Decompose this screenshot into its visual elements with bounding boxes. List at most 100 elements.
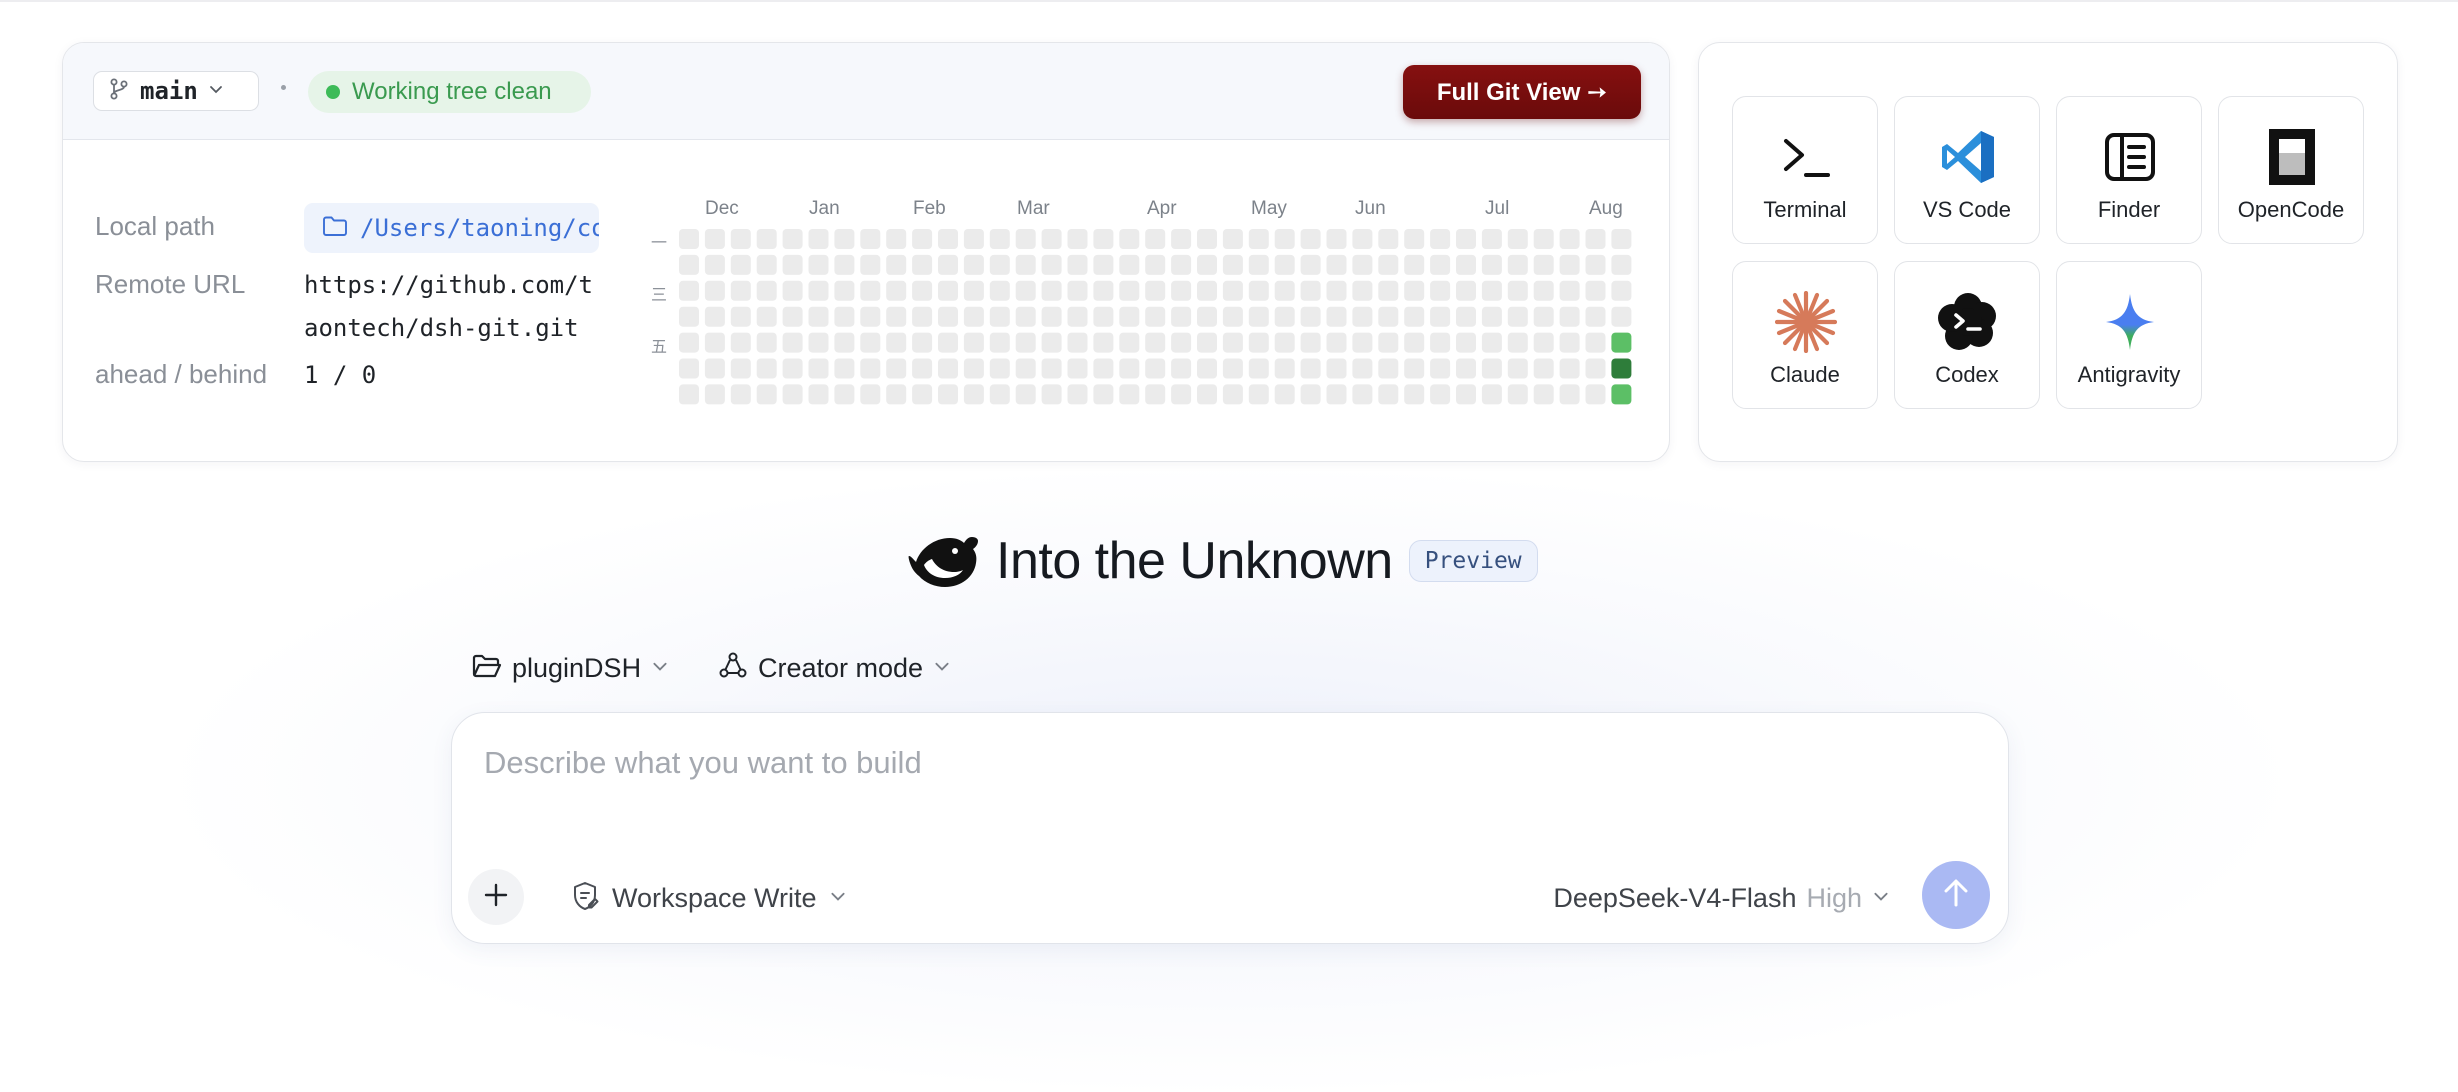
full-git-view-button[interactable]: Full Git View ➙ bbox=[1403, 65, 1641, 119]
antigravity-icon bbox=[2098, 290, 2162, 354]
contribution-cell bbox=[679, 254, 699, 275]
app-tile-antigravity[interactable]: Antigravity bbox=[2056, 261, 2202, 409]
contribution-cell bbox=[1067, 332, 1088, 353]
app-name: Terminal bbox=[1763, 197, 1847, 222]
contribution-cell bbox=[1456, 306, 1476, 327]
status-dot bbox=[326, 85, 340, 99]
contribution-cell bbox=[730, 229, 751, 249]
contribution-cell bbox=[1533, 358, 1554, 379]
contribution-cell bbox=[1171, 384, 1192, 405]
app-tile-codex[interactable]: Codex bbox=[1894, 261, 2040, 409]
contribution-cell bbox=[1507, 358, 1528, 379]
contribution-graph bbox=[679, 229, 1632, 405]
contribution-cell bbox=[1248, 306, 1269, 327]
folder-icon bbox=[322, 215, 348, 242]
creator-mode-icon bbox=[718, 651, 748, 686]
contribution-cell bbox=[1041, 332, 1062, 353]
local-path-label: Local path bbox=[95, 211, 215, 241]
app-tile-vscode[interactable]: VS Code bbox=[1894, 96, 2040, 244]
contribution-cell bbox=[1481, 254, 1502, 275]
contribution-cell bbox=[1404, 306, 1425, 327]
contribution-cell bbox=[912, 280, 933, 301]
model-selector[interactable]: DeepSeek-V4-Flash High bbox=[1553, 878, 1890, 918]
contribution-cell bbox=[1352, 306, 1373, 327]
contribution-cell bbox=[679, 280, 699, 301]
contribution-cell bbox=[1067, 384, 1088, 405]
contribution-cell bbox=[679, 306, 699, 327]
contribution-cell bbox=[1611, 332, 1632, 353]
contribution-cell bbox=[1119, 332, 1140, 353]
contribution-cell bbox=[834, 384, 855, 405]
prompt-composer[interactable]: Describe what you want to build Workspac… bbox=[451, 712, 2009, 944]
contribution-cell bbox=[782, 229, 803, 249]
contribution-cell bbox=[1326, 384, 1347, 405]
finder-icon bbox=[2098, 125, 2162, 189]
app-tile-finder[interactable]: Finder bbox=[2056, 96, 2202, 244]
contribution-cell bbox=[1378, 332, 1399, 353]
git-branch-icon bbox=[108, 77, 130, 106]
contribution-cell bbox=[1145, 384, 1166, 405]
open-in-apps-card: Terminal VS Code Finder OpenCode Claude … bbox=[1698, 42, 2398, 462]
contribution-cell bbox=[756, 254, 777, 275]
contribution-cell bbox=[1585, 280, 1606, 301]
model-name: DeepSeek-V4-Flash bbox=[1553, 882, 1797, 913]
mode-selector[interactable]: Creator mode bbox=[718, 648, 951, 688]
contribution-cell bbox=[886, 358, 907, 379]
contribution-cell bbox=[1456, 384, 1476, 405]
app-name: VS Code bbox=[1922, 197, 2012, 222]
contribution-cell bbox=[1481, 306, 1502, 327]
contribution-cell bbox=[1145, 254, 1166, 275]
contribution-cell bbox=[1274, 229, 1295, 249]
contribution-cell bbox=[938, 332, 958, 353]
contribution-cell bbox=[886, 254, 907, 275]
contribution-cell bbox=[1274, 358, 1295, 379]
ahead-behind-label: ahead / behind bbox=[95, 359, 268, 389]
contribution-cell bbox=[1015, 358, 1036, 379]
contribution-cell bbox=[1197, 306, 1217, 327]
contribution-cell bbox=[1145, 358, 1166, 379]
contribution-cell bbox=[730, 384, 751, 405]
contribution-cell bbox=[1533, 384, 1554, 405]
contribution-cell bbox=[834, 358, 855, 379]
contribution-cell bbox=[782, 332, 803, 353]
contribution-cell bbox=[1352, 332, 1373, 353]
contribution-cell bbox=[1456, 280, 1476, 301]
app-tile-opencode[interactable]: OpenCode bbox=[2218, 96, 2364, 244]
contribution-cell bbox=[782, 384, 803, 405]
app-tile-claude[interactable]: Claude bbox=[1732, 261, 1878, 409]
prompt-input[interactable]: Describe what you want to build bbox=[484, 745, 922, 781]
contribution-cell bbox=[1300, 332, 1321, 353]
month-label: Jun bbox=[1355, 198, 1386, 219]
app-tile-terminal[interactable]: Terminal bbox=[1732, 96, 1878, 244]
contribution-cell bbox=[1533, 229, 1554, 249]
contribution-cell bbox=[1430, 358, 1451, 379]
contribution-cell bbox=[1197, 254, 1217, 275]
contribution-cell bbox=[1300, 280, 1321, 301]
contribution-cell bbox=[1248, 384, 1269, 405]
contribution-cell bbox=[782, 254, 803, 275]
contribution-cell bbox=[730, 306, 751, 327]
contribution-cell bbox=[1352, 358, 1373, 379]
contribution-cell bbox=[1145, 306, 1166, 327]
send-button[interactable] bbox=[1922, 861, 1990, 929]
contribution-cell bbox=[1145, 229, 1166, 249]
contribution-cell bbox=[938, 280, 958, 301]
app-name: Antigravity bbox=[2077, 362, 2181, 387]
add-attachment-button[interactable] bbox=[468, 869, 524, 925]
contribution-cell bbox=[1378, 280, 1399, 301]
contribution-cell bbox=[1171, 280, 1192, 301]
contribution-cell bbox=[1119, 358, 1140, 379]
contribution-cell bbox=[938, 384, 958, 405]
workspace-permission-selector[interactable]: Workspace Write bbox=[572, 878, 847, 918]
branch-selector[interactable]: main bbox=[93, 71, 259, 111]
contribution-cell bbox=[1041, 229, 1062, 249]
contribution-cell bbox=[1300, 306, 1321, 327]
folder-open-icon bbox=[472, 653, 502, 684]
contribution-cell bbox=[1430, 306, 1451, 327]
contribution-cell bbox=[860, 332, 881, 353]
contribution-cell bbox=[756, 280, 777, 301]
local-path-chip[interactable]: /Users/taoning/co bbox=[304, 203, 599, 253]
contribution-cell bbox=[1222, 358, 1243, 379]
contribution-cell bbox=[1326, 229, 1347, 249]
project-selector[interactable]: pluginDSH bbox=[472, 648, 669, 688]
